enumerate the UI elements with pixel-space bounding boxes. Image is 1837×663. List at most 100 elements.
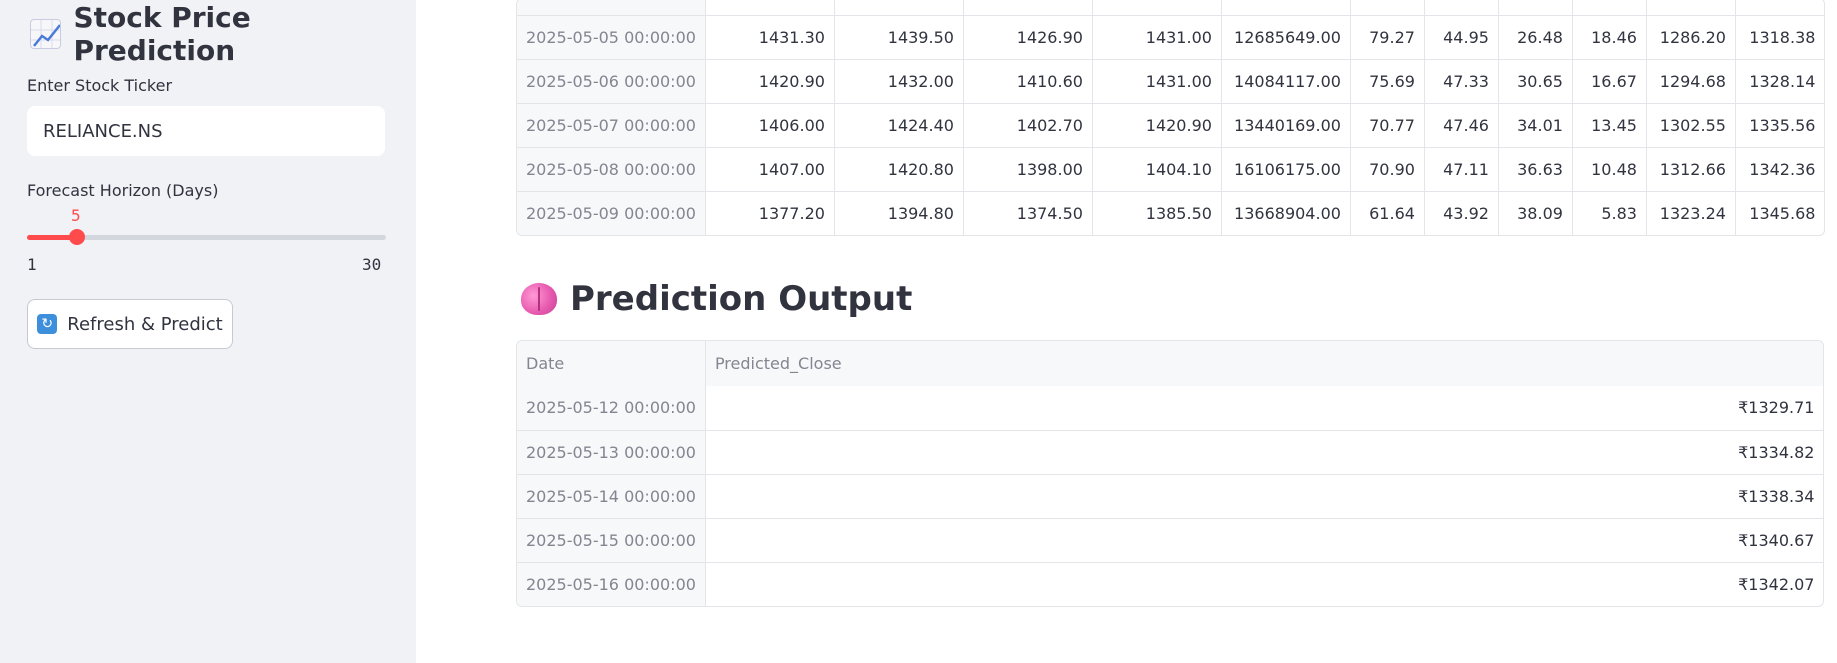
- table-row: 2025-05-05 00:00:00 1431.30 1439.50 1426.90…: [517, 15, 1825, 60]
- horizon-slider-value: 5: [71, 206, 81, 225]
- table-cell: 38.09: [1498, 191, 1573, 235]
- refresh-predict-label: Refresh & Predict: [67, 313, 223, 335]
- table-row: 2025-05-15 00:00:00 ₹1340.67: [517, 518, 1824, 563]
- app-title-text: Stock Price Prediction: [73, 1, 251, 67]
- prediction-title: Prediction Output: [570, 279, 913, 319]
- table-cell: 70.77: [1350, 103, 1425, 148]
- table-row: 2025-05-06 00:00:00 1420.90 1432.00 1410.60…: [517, 59, 1825, 104]
- table-cell: 14084117.00: [1221, 59, 1351, 104]
- table-cell: 1302.55: [1646, 103, 1736, 148]
- table-cell: 47.11: [1424, 147, 1499, 192]
- sidebar: Stock Price Prediction Enter Stock Ticke…: [0, 0, 416, 663]
- table-cell: 1431.00: [1092, 15, 1222, 60]
- column-header-date[interactable]: Date: [517, 341, 706, 386]
- row-index-date: 2025-05-14 00:00:00: [517, 474, 706, 519]
- table-cell: 13440169.00: [1221, 103, 1351, 148]
- table-cell: 1420.80: [834, 147, 964, 192]
- table-cell: 44.95: [1424, 15, 1499, 60]
- table-cell: 1402.70: [963, 103, 1093, 148]
- table-cell: 43.92: [1424, 191, 1499, 235]
- table-cell: 34.01: [1498, 103, 1573, 148]
- history-table[interactable]: 2025-05-05 00:00:00 1431.30 1439.50 1426.90…: [516, 0, 1826, 236]
- table-cell: 1424.40: [834, 103, 964, 148]
- table-cell: 30.65: [1498, 59, 1573, 104]
- predicted-close-cell: ₹1329.71: [705, 386, 1824, 431]
- table-cell: 36.63: [1498, 147, 1573, 192]
- table-cell: 1294.68: [1646, 59, 1736, 104]
- row-index-date: 2025-05-12 00:00:00: [517, 386, 706, 431]
- table-cell: 26.48: [1498, 15, 1573, 60]
- table-cell: 1374.50: [963, 191, 1093, 235]
- ticker-input[interactable]: [27, 106, 385, 156]
- table-cell: 1323.24: [1646, 191, 1736, 235]
- table-cell: 1398.00: [963, 147, 1093, 192]
- predicted-close-cell: ₹1342.07: [1738, 574, 1815, 594]
- table-cell: 1377.20: [705, 191, 835, 235]
- refresh-predict-button[interactable]: ↻ Refresh & Predict: [27, 299, 233, 349]
- table-cell: 1420.90: [1092, 103, 1222, 148]
- history-table-row-partial: [517, 0, 1825, 16]
- table-cell: 1439.50: [834, 15, 964, 60]
- table-cell: 1426.90: [963, 15, 1093, 60]
- table-cell: 1404.10: [1092, 147, 1222, 192]
- table-cell: 1431.30: [705, 15, 835, 60]
- row-index-date: 2025-05-06 00:00:00: [517, 59, 706, 104]
- horizon-slider-min: 1: [27, 255, 37, 274]
- app-title: Stock Price Prediction: [30, 1, 416, 67]
- table-cell: 1345.68: [1749, 203, 1816, 223]
- table-row: 2025-05-14 00:00:00 ₹1338.34: [517, 474, 1824, 519]
- table-cell: 70.90: [1350, 147, 1425, 192]
- row-index-date: 2025-05-07 00:00:00: [517, 103, 706, 148]
- row-index-date: 2025-05-08 00:00:00: [517, 147, 706, 192]
- table-cell: 1312.66: [1646, 147, 1736, 192]
- table-row: 2025-05-08 00:00:00 1407.00 1420.80 1398.00…: [517, 147, 1825, 192]
- table-cell: 1432.00: [834, 59, 964, 104]
- table-cell: 1335.56: [1735, 103, 1825, 148]
- table-cell: 13.45: [1572, 103, 1647, 148]
- predicted-close-cell: ₹1340.67: [705, 518, 1824, 563]
- horizon-label: Forecast Horizon (Days): [27, 181, 219, 200]
- table-row: 2025-05-16 00:00:00 ₹1342.07: [517, 562, 1823, 606]
- row-index-date: 2025-05-05 00:00:00: [517, 15, 706, 60]
- table-cell: 1328.14: [1735, 59, 1825, 104]
- table-cell: 75.69: [1350, 59, 1425, 104]
- prediction-table-header: Date Predicted_Close: [517, 341, 1824, 386]
- table-cell: 1286.20: [1646, 15, 1736, 60]
- table-cell: 79.27: [1350, 15, 1425, 60]
- table-cell: 1420.90: [705, 59, 835, 104]
- table-cell: 1385.50: [1092, 191, 1222, 235]
- table-cell: 47.33: [1424, 59, 1499, 104]
- row-index-date: 2025-05-16 00:00:00: [517, 562, 706, 606]
- table-cell: 1431.00: [1092, 59, 1222, 104]
- table-cell: 1394.80: [834, 191, 964, 235]
- row-index-date: 2025-05-09 00:00:00: [517, 191, 706, 235]
- horizon-slider-max: 30: [362, 255, 382, 274]
- table-cell: 47.46: [1424, 103, 1499, 148]
- prediction-table[interactable]: Date Predicted_Close 2025-05-12 00:00:00…: [516, 340, 1825, 607]
- table-row: 2025-05-13 00:00:00 ₹1334.82: [517, 430, 1824, 475]
- row-index-date: 2025-05-13 00:00:00: [517, 430, 706, 475]
- table-row: 2025-05-12 00:00:00 ₹1329.71: [517, 386, 1824, 431]
- column-header-predicted-close[interactable]: Predicted_Close: [705, 341, 1824, 386]
- brain-icon: [521, 283, 557, 315]
- prediction-heading: Prediction Output: [521, 276, 912, 322]
- horizon-slider[interactable]: [27, 229, 386, 245]
- table-cell: 1406.00: [705, 103, 835, 148]
- row-index-date: 2025-05-15 00:00:00: [517, 518, 706, 563]
- table-cell: 12685649.00: [1221, 15, 1351, 60]
- table-row: 2025-05-09 00:00:00 1377.20 1394.80 1374.50…: [517, 191, 1824, 235]
- table-cell: 10.48: [1572, 147, 1647, 192]
- table-cell: 16106175.00: [1221, 147, 1351, 192]
- table-cell: 5.83: [1572, 191, 1647, 235]
- table-cell: 13668904.00: [1221, 191, 1351, 235]
- ticker-label: Enter Stock Ticker: [27, 76, 173, 95]
- table-cell: 1407.00: [705, 147, 835, 192]
- chart-increasing-icon: [30, 19, 62, 49]
- table-cell: 1342.36: [1735, 147, 1825, 192]
- predicted-close-cell: ₹1338.34: [705, 474, 1824, 519]
- table-cell: 1410.60: [963, 59, 1093, 104]
- table-cell: 18.46: [1572, 15, 1647, 60]
- table-cell: 16.67: [1572, 59, 1647, 104]
- horizon-slider-thumb[interactable]: [68, 229, 85, 245]
- table-row: 2025-05-07 00:00:00 1406.00 1424.40 1402.70…: [517, 103, 1825, 148]
